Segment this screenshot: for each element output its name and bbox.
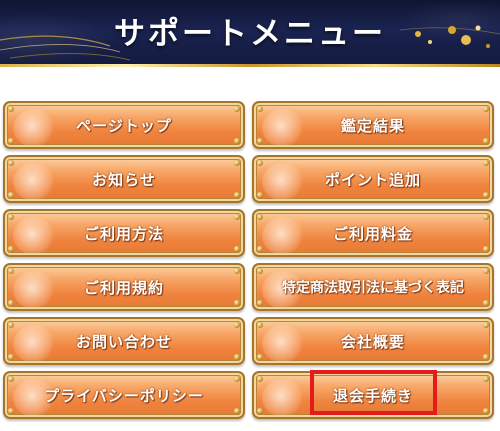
menu-button-page-top[interactable]: ページトップ [3,101,245,149]
menu-button-reading-results[interactable]: 鑑定結果 [252,101,494,149]
menu-button-contact[interactable]: お問い合わせ [3,317,245,365]
page-title: サポートメニュー [114,16,386,52]
menu-button-label: 退会手続き [332,386,413,405]
rivet-icon [234,376,240,382]
rivet-icon [234,300,240,306]
menu-button-label: お知らせ [92,170,156,189]
rivet-icon [483,246,489,252]
rivet-icon [8,376,14,382]
menu-button-label: ご利用規約 [83,278,164,297]
rivet-icon [257,376,263,382]
rivet-icon [257,268,263,274]
rivet-icon [483,322,489,328]
menu-button-pricing[interactable]: ご利用料金 [252,209,494,257]
rivet-icon [257,160,263,166]
rivet-icon [483,106,489,112]
menu-button-label: 特定商法取引法に基づく表記 [282,280,464,296]
rivet-icon [257,214,263,220]
rivet-icon [8,192,14,198]
rivet-icon [234,354,240,360]
rivet-icon [483,160,489,166]
support-menu-header: サポートメニュー [0,0,500,64]
menu-button-label: 会社概要 [340,332,405,351]
rivet-icon [257,106,263,112]
menu-button-label: ページトップ [76,116,172,135]
rivet-icon [8,138,14,144]
menu-button-label: ご利用方法 [83,224,164,243]
rivet-icon [8,106,14,112]
menu-button-news[interactable]: お知らせ [3,155,245,203]
menu-button-company-overview[interactable]: 会社概要 [252,317,494,365]
menu-button-label: お問い合わせ [75,332,172,351]
rivet-icon [8,160,14,166]
header-gold-divider [0,64,500,67]
menu-button-label: 鑑定結果 [340,116,405,135]
rivet-icon [234,214,240,220]
rivet-icon [234,192,240,198]
rivet-icon [483,138,489,144]
rivet-icon [234,408,240,414]
rivet-icon [257,354,263,360]
menu-button-cancel-membership[interactable]: 退会手続き [252,371,494,419]
menu-button-add-points[interactable]: ポイント追加 [252,155,494,203]
rivet-icon [234,138,240,144]
rivet-icon [257,300,263,306]
menu-button-commercial-transactions[interactable]: 特定商法取引法に基づく表記 [252,263,494,311]
menu-button-terms[interactable]: ご利用規約 [3,263,245,311]
rivet-icon [257,408,263,414]
rivet-icon [8,214,14,220]
rivet-icon [483,376,489,382]
rivet-icon [234,160,240,166]
rivet-icon [8,408,14,414]
menu-button-label: ご利用料金 [332,224,413,243]
rivet-icon [257,322,263,328]
rivet-icon [234,246,240,252]
rivet-icon [257,246,263,252]
rivet-icon [8,268,14,274]
rivet-icon [257,138,263,144]
rivet-icon [234,322,240,328]
rivet-icon [483,192,489,198]
rivet-icon [483,300,489,306]
rivet-icon [257,192,263,198]
rivet-icon [8,322,14,328]
rivet-icon [483,214,489,220]
rivet-icon [8,246,14,252]
menu-button-privacy-policy[interactable]: プライバシーポリシー [3,371,245,419]
menu-button-how-to-use[interactable]: ご利用方法 [3,209,245,257]
rivet-icon [483,354,489,360]
rivet-icon [234,106,240,112]
rivet-icon [8,300,14,306]
rivet-icon [483,268,489,274]
rivet-icon [483,408,489,414]
rivet-icon [234,268,240,274]
menu-button-label: プライバシーポリシー [44,386,204,405]
rivet-icon [8,354,14,360]
menu-button-label: ポイント追加 [324,170,421,189]
